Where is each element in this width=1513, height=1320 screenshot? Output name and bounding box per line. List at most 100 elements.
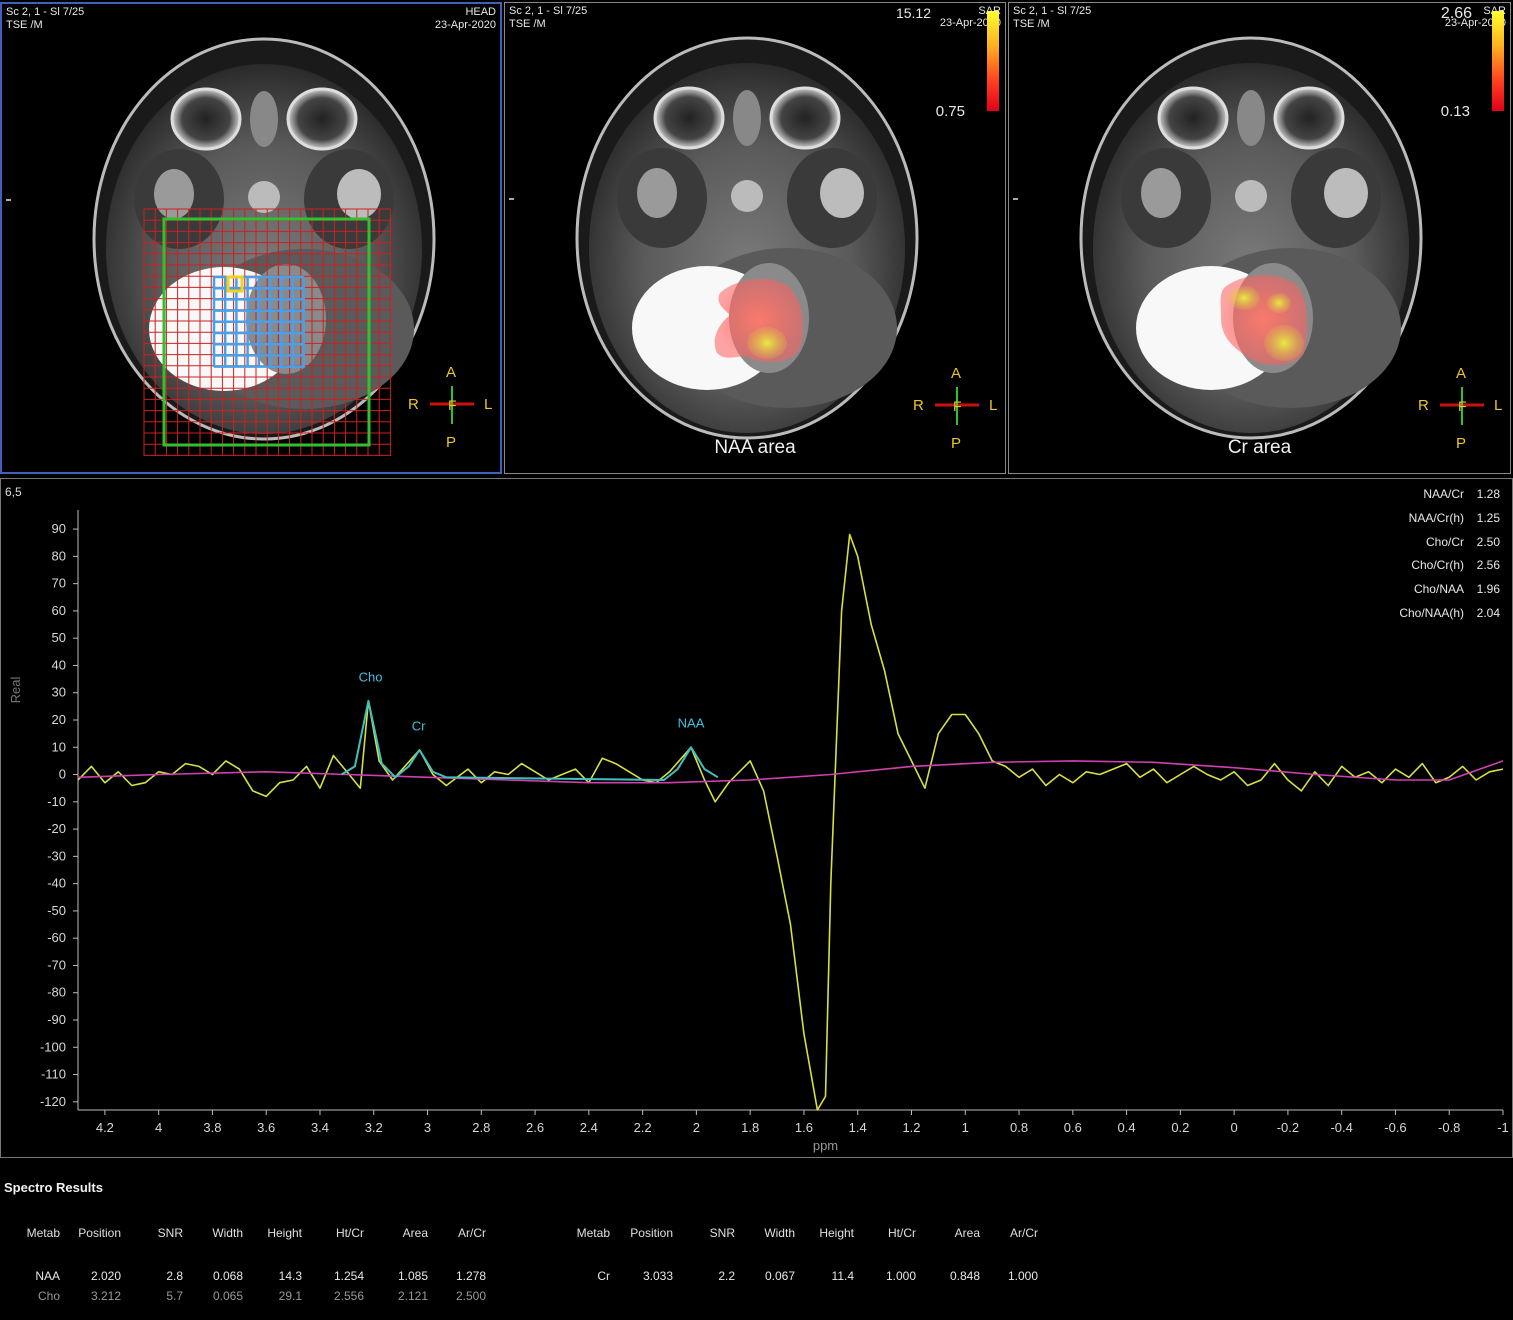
col-header: Ht/Cr <box>888 1226 916 1240</box>
cell: 29.1 <box>278 1289 302 1303</box>
y-tick-label: -30 <box>47 848 66 863</box>
col-header: Ar/Cr <box>1010 1226 1038 1240</box>
col-header: SNR <box>709 1226 735 1240</box>
x-tick-label: 4.2 <box>96 1120 114 1135</box>
x-tick-label: 1.4 <box>849 1120 867 1135</box>
col-header: Position <box>78 1226 121 1240</box>
table-row: Cr 3.033 2.2 0.067 11.4 1.000 0.848 1.00… <box>572 1266 1038 1286</box>
y-tick-label: -60 <box>47 930 66 945</box>
x-tick-label: 1.6 <box>795 1120 813 1135</box>
cell: 2.556 <box>333 1289 364 1303</box>
col-header: Metab <box>576 1226 610 1240</box>
col-header: Metab <box>26 1226 60 1240</box>
spectro-results: Spectro Results Metab Position SNR Width… <box>0 1160 1513 1320</box>
col-header: Area <box>954 1226 980 1240</box>
cell: 5.7 <box>166 1289 183 1303</box>
x-tick-label: -0.6 <box>1384 1120 1406 1135</box>
x-tick-label: 0.4 <box>1118 1120 1136 1135</box>
table-row: NAA 2.020 2.8 0.068 14.3 1.254 1.085 1.2… <box>20 1266 486 1286</box>
x-tick-label: -0.2 <box>1277 1120 1299 1135</box>
cell: 2.500 <box>455 1289 486 1303</box>
x-tick-label: 2.8 <box>472 1120 490 1135</box>
spectrum-chart[interactable]: 9080706050403020100-10-20-30-40-50-60-70… <box>0 0 1513 1160</box>
x-tick-label: -0.8 <box>1438 1120 1460 1135</box>
cell: 2.8 <box>166 1269 183 1283</box>
x-tick-label: 0.2 <box>1171 1120 1189 1135</box>
cell: 11.4 <box>831 1269 854 1283</box>
cell: 0.068 <box>212 1269 243 1283</box>
table-header-row: Metab Position SNR Width Height Ht/Cr Ar… <box>20 1226 486 1266</box>
y-tick-label: -110 <box>41 1067 66 1082</box>
baseline-line <box>77 760 1504 784</box>
y-tick-label: 50 <box>52 630 66 645</box>
results-table-left: Metab Position SNR Width Height Ht/Cr Ar… <box>20 1226 486 1306</box>
cell: 2.2 <box>718 1269 735 1283</box>
cell: 0.067 <box>764 1269 795 1283</box>
y-tick-label: -50 <box>47 903 66 918</box>
x-tick-label: 3.4 <box>311 1120 329 1135</box>
y-tick-label: 60 <box>52 603 66 618</box>
col-header: Height <box>267 1226 302 1240</box>
y-tick-label: -80 <box>47 985 66 1000</box>
cell: 1.000 <box>885 1269 916 1283</box>
y-tick-label: -20 <box>47 821 66 836</box>
y-tick-label: 90 <box>52 521 66 536</box>
cell: 0.848 <box>949 1269 980 1283</box>
cell: Cr <box>597 1269 610 1283</box>
col-header: Width <box>764 1226 795 1240</box>
x-tick-label: 3.8 <box>203 1120 221 1135</box>
cell: 3.212 <box>90 1289 121 1303</box>
cell: Cho <box>37 1289 60 1303</box>
col-header: Ar/Cr <box>458 1226 486 1240</box>
x-tick-label: 1 <box>962 1120 969 1135</box>
col-header: Position <box>630 1226 673 1240</box>
x-tick-label: 3.2 <box>365 1120 383 1135</box>
cell: 1.278 <box>455 1269 486 1283</box>
cell: NAA <box>35 1269 60 1283</box>
col-header: Area <box>402 1226 428 1240</box>
table-row: Cho 3.212 5.7 0.065 29.1 2.556 2.121 2.5… <box>20 1286 486 1306</box>
x-tick-label: 2.6 <box>526 1120 544 1135</box>
cell: 1.254 <box>333 1269 364 1283</box>
cell: 3.033 <box>642 1269 673 1283</box>
x-tick-label: -1 <box>1497 1120 1509 1135</box>
y-tick-label: -40 <box>47 876 66 891</box>
peak-label: NAA <box>678 716 705 731</box>
cell: 1.000 <box>1007 1269 1038 1283</box>
results-table-right: Metab Position SNR Width Height Ht/Cr Ar… <box>572 1226 1038 1286</box>
y-axis-label: Real <box>8 677 23 704</box>
col-header: Height <box>819 1226 854 1240</box>
results-title: Spectro Results <box>4 1180 103 1195</box>
y-tick-label: 80 <box>52 548 66 563</box>
col-header: SNR <box>157 1226 183 1240</box>
y-tick-label: -120 <box>40 1094 66 1109</box>
x-tick-label: -0.4 <box>1330 1120 1352 1135</box>
x-tick-label: 3 <box>424 1120 431 1135</box>
table-header-row: Metab Position SNR Width Height Ht/Cr Ar… <box>572 1226 1038 1266</box>
y-tick-label: 70 <box>52 576 66 591</box>
x-tick-label: 0.8 <box>1010 1120 1028 1135</box>
x-tick-label: 4 <box>155 1120 162 1135</box>
x-tick-label: 3.6 <box>257 1120 275 1135</box>
x-tick-label: 2.2 <box>634 1120 652 1135</box>
y-tick-label: -90 <box>47 1012 66 1027</box>
x-tick-label: 2.4 <box>580 1120 598 1135</box>
x-tick-label: 0 <box>1231 1120 1238 1135</box>
y-tick-label: -70 <box>47 957 66 972</box>
cell: 2.121 <box>397 1289 428 1303</box>
peak-label: Cho <box>359 669 383 684</box>
cell: 1.085 <box>397 1269 428 1283</box>
peak-label: Cr <box>412 718 426 733</box>
y-tick-label: 0 <box>59 767 66 782</box>
y-tick-label: -10 <box>47 794 66 809</box>
y-tick-label: 30 <box>52 685 66 700</box>
spectrum-line <box>77 533 1504 1111</box>
x-tick-label: 2 <box>693 1120 700 1135</box>
x-axis-label: ppm <box>813 1138 838 1153</box>
cell: 2.020 <box>90 1269 121 1283</box>
x-tick-label: 0.6 <box>1064 1120 1082 1135</box>
y-tick-label: 20 <box>52 712 66 727</box>
col-header: Ht/Cr <box>336 1226 364 1240</box>
cell: 14.3 <box>278 1269 302 1283</box>
y-tick-label: 10 <box>52 739 66 754</box>
